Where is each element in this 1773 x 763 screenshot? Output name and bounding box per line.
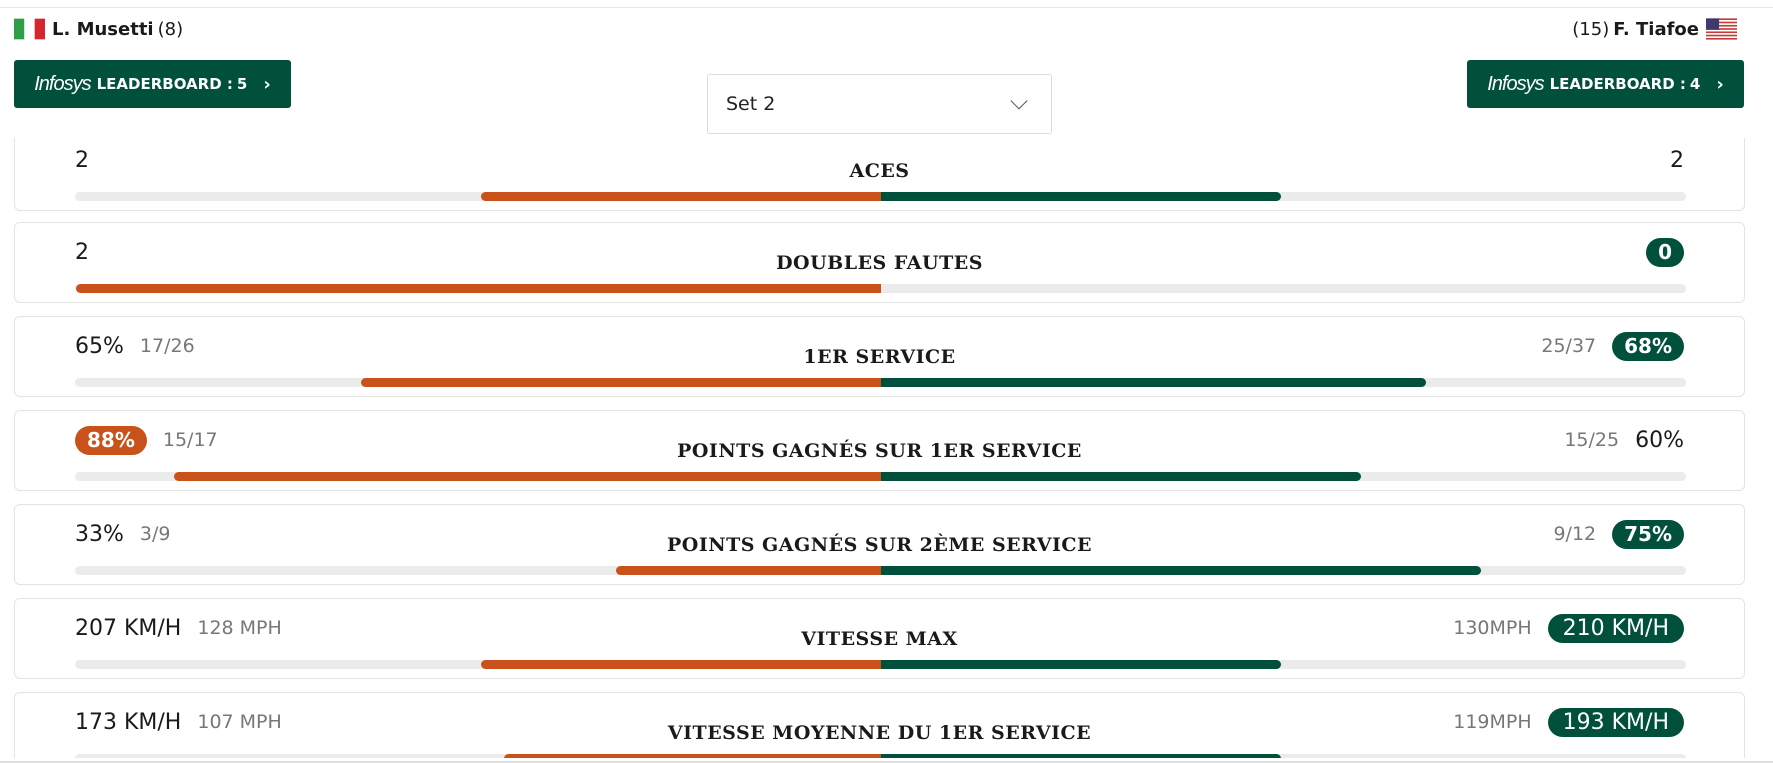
stat-left-sub: 3/9 (139, 523, 171, 545)
usa-flag-icon (1706, 18, 1737, 40)
stat-right-values: 2 (1670, 145, 1684, 175)
stat-title: POINTS GAGNÉS SUR 2ÈME SERVICE (666, 534, 1093, 556)
stat-right-values: 25/37 68% (1541, 331, 1684, 361)
stat-title: 1ER SERVICE (803, 346, 956, 368)
stat-right-sub: 130MPH (1453, 617, 1532, 639)
player-left-name: L. Musetti (52, 18, 154, 40)
stat-card: DOUBLES FAUTES 2 0 (14, 222, 1745, 303)
stat-bar-left (480, 660, 881, 669)
chevron-down-icon (1010, 92, 1028, 110)
stat-right-sub: 119MPH (1453, 711, 1532, 733)
stat-right-main: 68% (1612, 331, 1684, 361)
italy-flag-icon (14, 18, 45, 40)
stat-right-main: 0 (1646, 237, 1684, 267)
stat-left-values: 88% 15/17 (75, 425, 218, 455)
leaderboard-left-count: 5 (236, 75, 248, 93)
stat-left-sub: 107 MPH (197, 711, 282, 733)
set-select-dropdown[interactable]: Set 2 (707, 74, 1052, 134)
stat-left-values: 2 (75, 145, 89, 175)
stat-left-main: 173 KM/H (75, 709, 182, 735)
player-right-header: (15) F. Tiafoe (1572, 18, 1737, 40)
stat-bar-left (360, 378, 881, 387)
infosys-logo: Infosys (34, 72, 91, 95)
leaderboard-right-count: 4 (1689, 75, 1701, 93)
stat-card: VITESSE MAX 207 KM/H 128 MPH 130MPH 210 KM/H (14, 598, 1745, 679)
stat-title: ACES (849, 160, 910, 182)
stat-left-values: 33% 3/9 (75, 519, 170, 549)
stat-bar-left (75, 284, 881, 293)
set-select-value: Set 2 (726, 93, 776, 115)
stat-left-sub: 17/26 (139, 335, 195, 357)
player-left-seed: (8) (157, 18, 184, 40)
player-left-header: L. Musetti (8) (14, 18, 183, 40)
stat-right-values: 15/25 60% (1564, 425, 1684, 455)
stat-bar-right (880, 754, 1281, 758)
stat-bar-right (880, 472, 1361, 481)
stat-right-main: 2 (1670, 147, 1684, 173)
stat-right-values: 0 (1646, 237, 1684, 267)
stat-right-main: 60% (1635, 427, 1684, 453)
stat-left-main: 65% (75, 333, 124, 359)
leaderboard-right-button[interactable]: Infosys LEADERBOARD : 4 › (1467, 60, 1744, 108)
leaderboard-label: LEADERBOARD : (96, 75, 233, 93)
stat-bar-left (173, 472, 881, 481)
stat-title: DOUBLES FAUTES (776, 252, 983, 274)
stat-bar-right (880, 378, 1426, 387)
stats-list: ACES 2 2 DOUBLES FAUTES 2 0 1ER SERVICE 65% 17/2… (0, 138, 1773, 758)
stat-right-values: 119MPH 193 KM/H (1453, 707, 1684, 737)
stat-title: POINTS GAGNÉS SUR 1ER SERVICE (677, 440, 1082, 462)
stat-left-sub: 15/17 (162, 429, 218, 451)
stat-left-sub: 128 MPH (197, 617, 282, 639)
stat-card: POINTS GAGNÉS SUR 2ÈME SERVICE 33% 3/9 9/12… (14, 504, 1745, 585)
stat-bar-right (880, 660, 1281, 669)
chevron-right-icon: › (1716, 73, 1724, 95)
stat-card: ACES 2 2 (14, 138, 1745, 211)
stat-left-main: 207 KM/H (75, 615, 182, 641)
stat-right-sub: 15/25 (1564, 429, 1620, 451)
stat-right-main: 210 KM/H (1547, 613, 1684, 643)
stat-left-main: 2 (75, 147, 89, 173)
player-right-name: F. Tiafoe (1613, 18, 1699, 40)
leaderboard-left-button[interactable]: Infosys LEADERBOARD : 5 › (14, 60, 291, 108)
leaderboard-label: LEADERBOARD : (1549, 75, 1686, 93)
stat-right-main: 193 KM/H (1547, 707, 1684, 737)
stat-card: POINTS GAGNÉS SUR 1ER SERVICE 88% 15/17 15/… (14, 410, 1745, 491)
stat-left-main: 88% (75, 425, 147, 455)
stat-right-values: 9/12 75% (1553, 519, 1684, 549)
stat-bar-left (503, 754, 881, 758)
stat-card: VITESSE MOYENNE DU 1ER SERVICE 173 KM/H 10… (14, 692, 1745, 758)
stat-left-main: 2 (75, 239, 89, 265)
top-divider (0, 7, 1773, 8)
infosys-logo: Infosys (1487, 72, 1544, 95)
stat-right-main: 75% (1612, 519, 1684, 549)
stat-bar-right (880, 566, 1481, 575)
stat-bar-left (480, 192, 881, 201)
stat-left-main: 33% (75, 521, 124, 547)
stat-card: 1ER SERVICE 65% 17/26 25/37 68% (14, 316, 1745, 397)
stat-left-values: 207 KM/H 128 MPH (75, 613, 282, 643)
stat-bar-right (880, 192, 1281, 201)
stat-right-values: 130MPH 210 KM/H (1453, 613, 1684, 643)
stat-right-sub: 9/12 (1553, 523, 1597, 545)
stat-left-values: 65% 17/26 (75, 331, 195, 361)
stat-left-values: 173 KM/H 107 MPH (75, 707, 282, 737)
chevron-right-icon: › (263, 73, 271, 95)
stat-bar-left (615, 566, 881, 575)
stat-right-sub: 25/37 (1541, 335, 1597, 357)
stat-left-values: 2 (75, 237, 89, 267)
player-right-seed: (15) (1572, 18, 1610, 40)
